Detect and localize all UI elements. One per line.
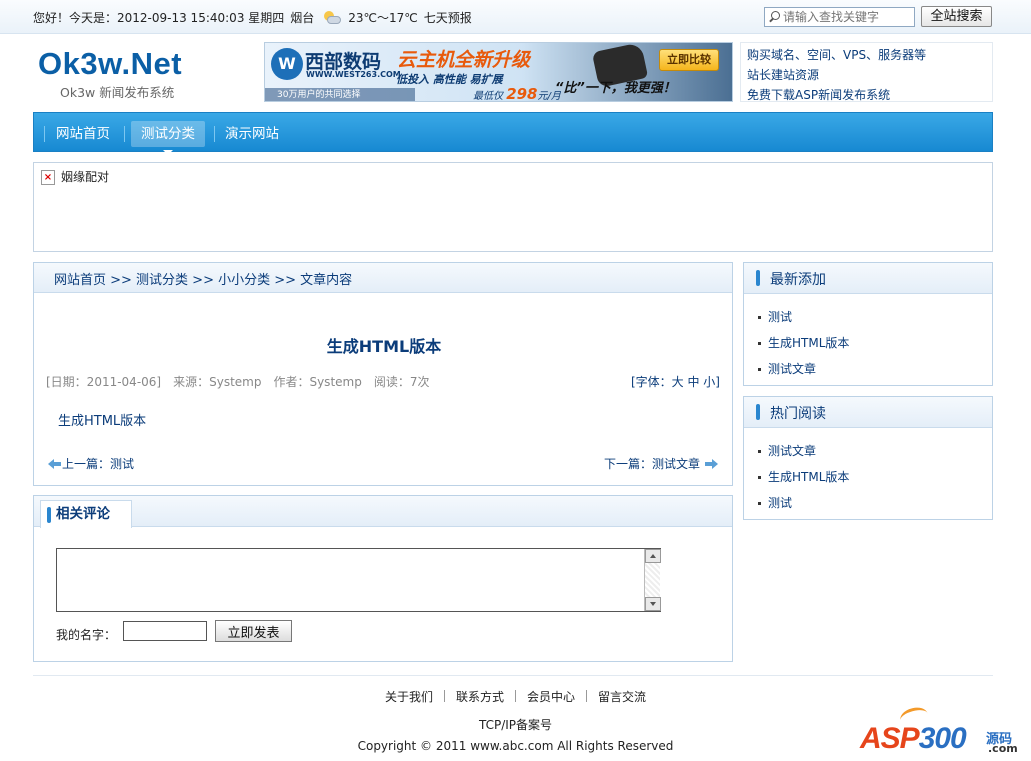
list-item[interactable]: 生成HTML版本 bbox=[756, 330, 992, 356]
article-body: 生成HTML版本 bbox=[58, 414, 147, 429]
article-meta: [日期：2011-04-06] 来源：Systemp 作者：Systemp 阅读… bbox=[46, 375, 430, 389]
popular-list: 测试文章 生成HTML版本 测试 bbox=[744, 428, 992, 516]
banner-compare-button[interactable]: 立即比较 bbox=[659, 49, 719, 71]
prev-article-link[interactable]: 上一篇：测试 bbox=[48, 455, 134, 472]
watermark-domain: .com bbox=[988, 742, 1018, 755]
header-links: 购买域名、空间、VPS、服务器等 站长建站资源 免费下载ASP新闻发布系统 bbox=[740, 42, 993, 102]
arrow-left-icon bbox=[48, 458, 62, 469]
ad-banner[interactable]: W 西部数码 WWW.WEST263.COM 云主机全新升级 低投入 高性能 易… bbox=[264, 42, 733, 102]
banner-url: WWW.WEST263.COM bbox=[306, 70, 401, 79]
nav-item-test-category[interactable]: 测试分类 bbox=[131, 121, 205, 155]
comment-scrollbar[interactable] bbox=[644, 549, 661, 611]
title-bar-icon bbox=[756, 270, 760, 286]
west-logo-icon: W bbox=[271, 48, 303, 80]
nav-item-demo-site[interactable]: 演示网站 bbox=[215, 121, 289, 147]
footer-link-contact[interactable]: 联系方式 bbox=[445, 690, 515, 704]
popular-header: 热门阅读 bbox=[744, 397, 992, 428]
search-input[interactable] bbox=[783, 10, 911, 24]
forecast-link[interactable]: 七天预报 bbox=[424, 9, 472, 26]
search-box[interactable] bbox=[764, 7, 915, 27]
nav-divider bbox=[44, 126, 45, 142]
broken-image-icon: × bbox=[41, 170, 55, 185]
banner-slogan: “比”一下，我更强！ bbox=[555, 81, 676, 96]
nav-divider bbox=[124, 126, 125, 142]
footer-divider bbox=[33, 675, 993, 676]
footer-link-member[interactable]: 会员中心 bbox=[516, 690, 586, 704]
footer-link-guestbook[interactable]: 留言交流 bbox=[587, 690, 657, 704]
prev-article-label: 上一篇：测试 bbox=[62, 457, 135, 471]
site-logo[interactable]: Ok3w.Net bbox=[38, 46, 182, 82]
latest-list: 测试 生成HTML版本 测试文章 bbox=[744, 294, 992, 382]
list-item[interactable]: 测试 bbox=[756, 304, 992, 330]
header-link-download[interactable]: 免费下载ASP新闻发布系统 bbox=[747, 85, 992, 105]
list-item[interactable]: 测试文章 bbox=[756, 356, 992, 382]
title-bar-icon bbox=[756, 404, 760, 420]
comment-textarea[interactable] bbox=[56, 548, 661, 612]
search-icon bbox=[768, 11, 780, 23]
comments-tab[interactable]: 相关评论 bbox=[40, 500, 132, 528]
partly-cloudy-icon bbox=[322, 10, 342, 25]
footer-links: 关于我们 联系方式 会员中心 留言交流 bbox=[0, 688, 1031, 705]
top-bar: 您好！今天是：2012-09-13 15:40:03 星期四 烟台 23℃～17… bbox=[0, 0, 1031, 34]
next-article-label: 下一篇：测试文章 bbox=[603, 457, 700, 471]
font-size-switcher[interactable]: [字体：大 中 小] bbox=[631, 373, 720, 390]
name-label: 我的名字： bbox=[56, 628, 117, 642]
broken-image-alt[interactable]: 姻缘配对 bbox=[61, 168, 109, 185]
list-item[interactable]: 生成HTML版本 bbox=[756, 464, 992, 490]
top-info: 您好！今天是：2012-09-13 15:40:03 星期四 烟台 23℃～17… bbox=[33, 9, 472, 26]
popular-title: 热门阅读 bbox=[770, 406, 826, 422]
breadcrumb[interactable]: 网站首页 >> 测试分类 >> 小小分类 >> 文章内容 bbox=[54, 269, 352, 288]
temperature: 23℃～17℃ bbox=[348, 11, 418, 25]
site-search-button[interactable]: 全站搜索 bbox=[921, 6, 992, 27]
ad-panel: × 姻缘配对 bbox=[33, 162, 993, 252]
asp300-watermark-logo: ASP300 源码 .com bbox=[860, 704, 1025, 758]
latest-title: 最新添加 bbox=[770, 272, 826, 288]
arrow-right-icon bbox=[704, 458, 718, 469]
article-title: 生成HTML版本 bbox=[326, 337, 442, 356]
latest-box: 最新添加 测试 生成HTML版本 测试文章 bbox=[743, 262, 993, 386]
scroll-up-icon[interactable] bbox=[645, 549, 661, 563]
date-greeting: 您好！今天是：2012-09-13 15:40:03 星期四 bbox=[33, 11, 285, 25]
next-article-link[interactable]: 下一篇：测试文章 bbox=[604, 455, 718, 472]
comments-header: 相关评论 bbox=[34, 496, 732, 528]
list-item[interactable]: 测试 bbox=[756, 490, 992, 516]
name-input[interactable] bbox=[123, 621, 207, 641]
city: 烟台 bbox=[290, 11, 315, 25]
banner-price: 最低仅 298元/月 bbox=[473, 85, 561, 102]
submit-comment-button[interactable]: 立即发表 bbox=[215, 620, 292, 642]
footer-link-about[interactable]: 关于我们 bbox=[374, 690, 444, 704]
site-logo-subtitle: Ok3w 新闻发布系统 bbox=[60, 85, 175, 100]
latest-header: 最新添加 bbox=[744, 263, 992, 294]
main-nav: 网站首页 测试分类 演示网站 bbox=[33, 112, 993, 155]
header-link-resources[interactable]: 站长建站资源 bbox=[747, 65, 992, 85]
banner-headline: 云主机全新升级 bbox=[397, 49, 531, 71]
header-link-buy-domain[interactable]: 购买域名、空间、VPS、服务器等 bbox=[747, 45, 992, 65]
banner-users: 30万用户的共同选择 bbox=[265, 88, 415, 101]
list-item[interactable]: 测试文章 bbox=[756, 438, 992, 464]
article-panel: 网站首页 >> 测试分类 >> 小小分类 >> 文章内容 生成HTML版本 [日… bbox=[33, 262, 733, 486]
popular-box: 热门阅读 测试文章 生成HTML版本 测试 bbox=[743, 396, 993, 520]
comments-panel: 相关评论 我的名字： 立即发表 bbox=[33, 495, 733, 662]
nav-item-home[interactable]: 网站首页 bbox=[46, 121, 120, 147]
scroll-down-icon[interactable] bbox=[645, 597, 661, 611]
watermark-text: ASP300 bbox=[860, 722, 967, 755]
